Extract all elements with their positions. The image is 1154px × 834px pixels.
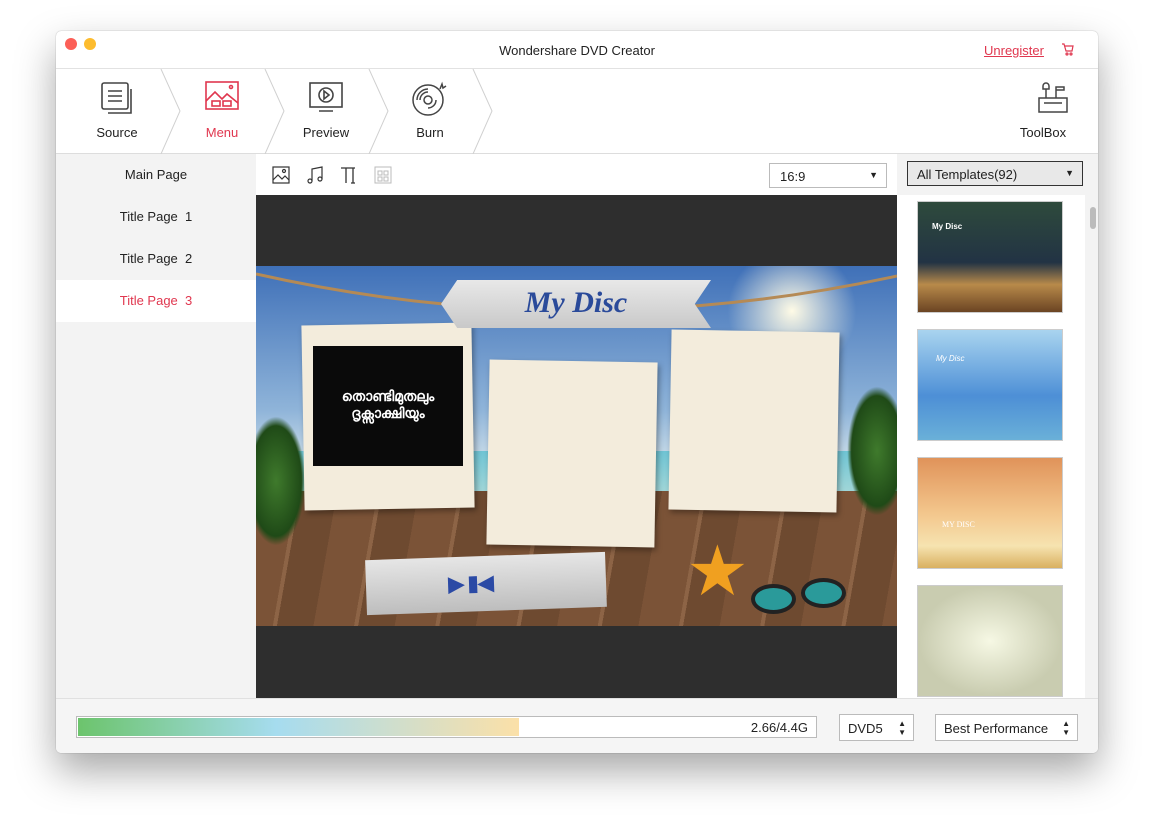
menu-title-sign[interactable]: My Disc bbox=[441, 280, 711, 328]
editor-toolbar: 16:9 ▼ bbox=[256, 154, 897, 195]
title-bar: Wondershare DVD Creator Unregister bbox=[56, 31, 1098, 69]
template-filter-value: All Templates(92) bbox=[917, 167, 1018, 182]
text-icon[interactable] bbox=[340, 166, 358, 184]
sunglasses-decoration bbox=[801, 578, 846, 608]
template-caption: My Disc bbox=[932, 222, 963, 231]
cart-icon[interactable] bbox=[1061, 42, 1075, 59]
menu-preview-stage: തൊണ്ടിമുതലും ദൃക്സാക്ഷിയും My Disc ▶ ▮◀ … bbox=[256, 195, 897, 698]
stepper-arrows-icon: ▲ ▼ bbox=[898, 719, 906, 737]
palm-leaf-left bbox=[256, 416, 306, 546]
template-thumbnail[interactable]: MY DISC bbox=[917, 457, 1063, 569]
app-window: Wondershare DVD Creator Unregister Sourc… bbox=[56, 31, 1098, 753]
scrollbar-thumb[interactable] bbox=[1090, 207, 1096, 229]
template-filter-select[interactable]: All Templates(92) ▼ bbox=[907, 161, 1083, 186]
music-icon[interactable] bbox=[306, 166, 324, 184]
toolbox-label: ToolBox bbox=[1019, 125, 1067, 140]
navigation-board: ▶ ▮◀ bbox=[365, 551, 607, 616]
dropdown-arrow-icon: ▼ bbox=[869, 170, 878, 180]
source-icon bbox=[101, 82, 132, 114]
page-item-title-2[interactable]: Title Page 2 bbox=[56, 238, 256, 280]
page-item-title-1[interactable]: Title Page 1 bbox=[56, 196, 256, 238]
template-thumbnail[interactable] bbox=[917, 585, 1063, 697]
video-caption: തൊണ്ടിമുതലും ദൃക്സാക്ഷിയും bbox=[341, 388, 435, 421]
quality-select[interactable]: Best Performance ▲ ▼ bbox=[935, 714, 1078, 741]
template-caption: My Disc bbox=[936, 354, 965, 363]
disc-type-select[interactable]: DVD5 ▲ ▼ bbox=[839, 714, 914, 741]
sunglasses-decoration bbox=[751, 584, 796, 614]
page-item-title-3[interactable]: Title Page 3 bbox=[56, 280, 256, 322]
template-thumbnail[interactable]: My Disc bbox=[917, 201, 1063, 313]
disc-usage-bar: 2.66/4.4G bbox=[76, 716, 817, 738]
quality-value: Best Performance bbox=[944, 721, 1049, 736]
disc-type-value: DVD5 bbox=[848, 721, 883, 736]
disc-usage-fill bbox=[78, 718, 520, 736]
photo-frame-2[interactable] bbox=[486, 359, 658, 548]
menu-title-text: My Disc bbox=[524, 286, 628, 319]
aspect-ratio-value: 16:9 bbox=[780, 169, 806, 184]
template-list: My Disc My Disc MY DISC bbox=[897, 195, 1085, 698]
step-separators bbox=[160, 69, 493, 154]
stepper-arrows-icon: ▲ ▼ bbox=[1062, 719, 1070, 737]
window-title: Wondershare DVD Creator bbox=[499, 43, 655, 58]
page-item-main[interactable]: Main Page bbox=[56, 154, 256, 196]
background-image-icon[interactable] bbox=[272, 166, 290, 184]
toolbox-button[interactable]: ToolBox bbox=[998, 69, 1098, 154]
template-scrollbar[interactable] bbox=[1087, 195, 1098, 698]
palm-leaf-right bbox=[847, 386, 897, 516]
play-prev-icon[interactable]: ▶ ▮◀ bbox=[448, 570, 493, 598]
dropdown-arrow-icon: ▼ bbox=[1065, 168, 1074, 178]
menu-preview-canvas[interactable]: തൊണ്ടിമുതലും ദൃക്സാക്ഷിയും My Disc ▶ ▮◀ … bbox=[256, 266, 897, 626]
aspect-ratio-select[interactable]: 16:9 ▼ bbox=[769, 163, 887, 188]
unregister-link[interactable]: Unregister bbox=[984, 43, 1044, 58]
disc-usage-text: 2.66/4.4G bbox=[750, 720, 808, 735]
starfish-decoration: ★ bbox=[686, 532, 749, 610]
workflow-toolbar: Source Menu Preview Burn ToolBox bbox=[56, 69, 1098, 154]
toolbox-icon bbox=[1038, 82, 1068, 113]
template-panel: All Templates(92) ▼ My Disc My Disc MY DI… bbox=[897, 154, 1098, 698]
status-bar: 2.66/4.4G DVD5 ▲ ▼ Best Performance ▲ ▼ bbox=[56, 698, 1098, 753]
photo-frame-3[interactable] bbox=[668, 329, 840, 513]
template-thumbnail[interactable]: My Disc bbox=[917, 329, 1063, 441]
grid-icon bbox=[374, 166, 392, 184]
template-caption: MY DISC bbox=[942, 520, 975, 529]
page-list: Main Page Title Page 1 Title Page 2 Titl… bbox=[56, 154, 256, 698]
chapter-thumbnail-1[interactable]: തൊണ്ടിമുതലും ദൃക്സാക്ഷിയും bbox=[313, 346, 463, 466]
